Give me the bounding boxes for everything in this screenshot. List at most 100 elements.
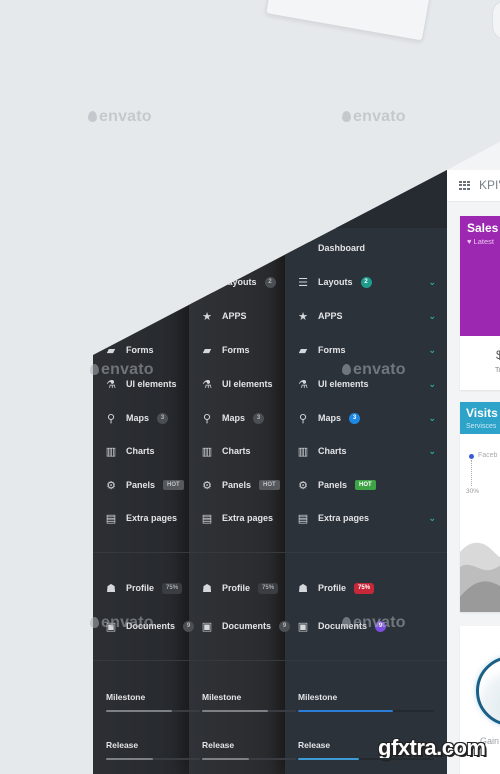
count-badge: HOT xyxy=(355,480,376,490)
star-icon: ★ xyxy=(298,310,308,323)
sales-card-header: Sales ♥ Latest xyxy=(460,216,500,336)
progress-bar-release xyxy=(106,758,200,760)
sidebar-item-label: APPS xyxy=(222,311,247,321)
sidebar-content-layer: ☰ Layouts 2 ★ APPS ▰ Forms ⚗ UI elements ⚲ Maps 3 ▥ C… xyxy=(93,170,447,774)
chevron-down-icon[interactable]: ⌄ xyxy=(428,277,436,288)
sidebar-item-panels[interactable]: ⚙ Panels HOT xyxy=(285,475,447,495)
chevron-down-icon[interactable]: ⌄ xyxy=(428,413,436,424)
mouse-photo xyxy=(492,0,500,40)
progress-fill xyxy=(298,710,394,712)
progress-bar-release xyxy=(298,758,434,760)
sidebar-item-label: Dashboard xyxy=(318,243,366,253)
envato-watermark: envato xyxy=(342,108,406,126)
sales-card-caption: Tota xyxy=(495,367,500,374)
chart-icon: ▥ xyxy=(201,445,213,458)
chevron-down-icon[interactable]: ⌄ xyxy=(428,345,436,356)
sidebar-item-label: Panels xyxy=(222,480,252,490)
count-badge: HOT xyxy=(163,480,184,490)
sidebar-item-apps[interactable]: ★ APPS ⌄ xyxy=(285,306,447,326)
breadcrumb[interactable]: ate xyxy=(481,138,492,147)
sidebar-item-label: Extra pages xyxy=(222,513,274,523)
gain-gauge xyxy=(476,656,500,726)
progress-label-release: Release xyxy=(106,740,139,750)
sidebar-item-documents[interactable]: ▣Documents9 xyxy=(189,616,291,636)
count-badge: 3 xyxy=(253,412,265,424)
chevron-down-icon[interactable]: ⌄ xyxy=(428,311,436,322)
user-icon: ☗ xyxy=(202,582,212,595)
progress-bar-milestone xyxy=(106,710,200,712)
progress-fill xyxy=(202,710,268,712)
sidebar-item-label: Panels xyxy=(126,480,156,490)
sales-card-value: $1 xyxy=(496,348,500,362)
visits-card-header: Visits Servisces xyxy=(460,402,500,434)
sidebar-item-charts[interactable]: ▥ Charts ⌄ xyxy=(285,441,447,461)
sidebar-item-label: UI elements xyxy=(126,379,177,389)
chart-icon: ▥ xyxy=(105,445,117,458)
star-icon: ★ xyxy=(202,310,212,323)
sidebar-item-profile[interactable]: ☗ Profile 75% xyxy=(189,578,279,598)
sidebar-item-forms[interactable]: ▰ Forms ⌄ xyxy=(285,340,447,360)
sidebar-item-label: UI elements xyxy=(318,379,369,389)
folder-icon: ▰ xyxy=(106,344,116,357)
grid-icon[interactable] xyxy=(459,181,470,190)
file-icon: ▤ xyxy=(297,512,309,525)
sidebar-divider xyxy=(285,660,447,661)
dashboard-header: KPI' xyxy=(447,170,500,202)
sales-card-title: Sales xyxy=(467,221,499,235)
count-badge: 2 xyxy=(264,276,276,288)
progress-fill xyxy=(202,758,249,760)
sales-card: Sales ♥ Latest $1 Tota xyxy=(460,216,500,390)
flask-icon: ⚗ xyxy=(202,378,212,391)
chart-icon: ▥ xyxy=(297,445,309,458)
gear-icon: ⚙ xyxy=(202,479,212,492)
dashboard-preview: ate KPI' Sales ♥ Latest $1 Tota Visits S… xyxy=(447,138,500,774)
sidebar-item-profile[interactable]: ☗ Profile 75% xyxy=(285,578,375,598)
sidebar-item-profile[interactable]: ☗ Profile 75% xyxy=(93,578,183,598)
sidebar-item-dashboard[interactable]: Dashboard xyxy=(285,238,365,258)
flask-icon: ⚗ xyxy=(298,378,308,391)
count-badge: HOT xyxy=(259,480,280,490)
sidebar-item-extra-pages[interactable]: ▤ Extra pages ⌄ xyxy=(285,508,447,528)
sidebar-item-label: Profile xyxy=(222,583,251,593)
legend-connector xyxy=(471,460,472,486)
envato-watermark: envato xyxy=(342,614,406,632)
legend-percent: 30% xyxy=(466,488,480,495)
envato-watermark: envato xyxy=(90,361,154,379)
folder-icon: ▰ xyxy=(202,344,212,357)
sidebar-item-layouts[interactable]: ☰ Layouts 2 xyxy=(93,272,213,292)
sidebar-item-label: Layouts xyxy=(222,277,257,287)
sidebar-item-label: Panels xyxy=(318,480,348,490)
sidebar-item-label: Maps xyxy=(318,413,342,423)
count-badge: 3 xyxy=(157,412,169,424)
sidebar-item-label: Layouts xyxy=(318,277,353,287)
dashboard-icon xyxy=(297,242,309,254)
count-badge: 75% xyxy=(258,582,279,594)
page-title: KPI' xyxy=(479,178,500,192)
chevron-down-icon[interactable]: ⌄ xyxy=(428,379,436,390)
sidebar-item-label: Maps xyxy=(222,413,246,423)
envato-watermark: envato xyxy=(88,108,152,126)
flask-icon: ⚗ xyxy=(106,378,116,391)
sidebar-item-layouts[interactable]: ☰ Layouts 2 ⌄ xyxy=(285,272,447,292)
sidebar-item-label: Forms xyxy=(318,345,346,355)
sidebar-item-label: Profile xyxy=(318,583,347,593)
archive-icon: ▣ xyxy=(297,620,309,633)
map-pin-icon: ⚲ xyxy=(298,412,308,425)
sidebar-item-label: Charts xyxy=(222,446,251,456)
sidebar-item-label: UI elements xyxy=(222,379,273,389)
map-pin-icon: ⚲ xyxy=(202,412,212,425)
sidebar-item-maps[interactable]: ⚲ Maps 3 ⌄ xyxy=(285,408,447,428)
keyboard-photo xyxy=(265,0,431,42)
chevron-down-icon[interactable]: ⌄ xyxy=(428,513,436,524)
progress-label-milestone: Milestone xyxy=(202,692,242,702)
user-icon: ☗ xyxy=(298,582,308,595)
sidebar-item-label: Charts xyxy=(126,446,155,456)
sidebar-item-label: Documents xyxy=(222,621,272,631)
chevron-down-icon[interactable]: ⌄ xyxy=(428,446,436,457)
sidebar-item-label: Profile xyxy=(126,583,155,593)
progress-fill xyxy=(298,758,360,760)
sidebar-item-label: Charts xyxy=(318,446,347,456)
envato-watermark: envato xyxy=(90,614,154,632)
sidebar-item-label: Forms xyxy=(222,345,250,355)
sidebar-item-label: Layouts xyxy=(126,277,161,287)
